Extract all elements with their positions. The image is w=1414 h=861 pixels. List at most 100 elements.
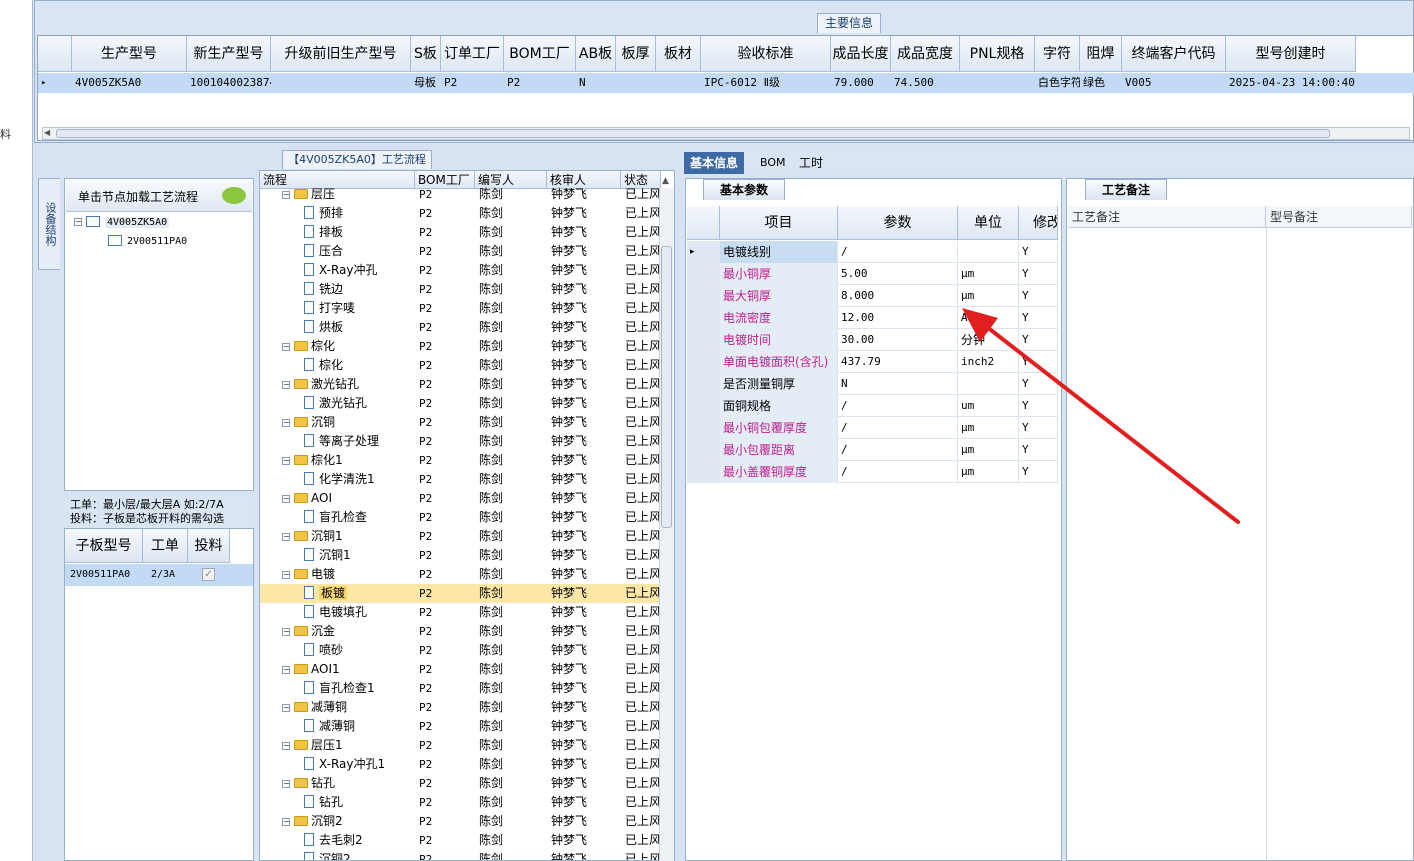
tree-node-child[interactable]: 2V00511PA0 [108, 235, 187, 247]
main-cell[interactable]: 绿色 [1080, 73, 1122, 93]
flow-row[interactable]: − 层压 P2 陈剑 钟梦飞 已上风 [260, 185, 661, 204]
param-param-cell[interactable]: N [838, 373, 958, 395]
param-row[interactable]: 电流密度 12.00 ASF Y [687, 307, 1058, 329]
flow-row[interactable]: 板镀 P2 陈剑 钟梦飞 已上风 [260, 584, 661, 603]
col-param[interactable]: 参数 [838, 206, 958, 240]
main-col-header[interactable]: 板厚 [616, 36, 656, 72]
col-modify[interactable]: 修改 [1019, 206, 1058, 240]
param-param-cell[interactable]: / [838, 241, 958, 263]
flow-row[interactable]: − 棕化 P2 陈剑 钟梦飞 已上风 [260, 337, 661, 356]
col-item[interactable]: 项目 [720, 206, 838, 240]
flow-row[interactable]: 电镀填孔 P2 陈剑 钟梦飞 已上风 [260, 603, 661, 622]
collapse-icon[interactable]: − [282, 780, 290, 788]
side-tab-device-structure[interactable]: 设备结构 [38, 178, 60, 270]
param-param-cell[interactable]: 30.00 [838, 329, 958, 351]
main-col-header[interactable]: 字符 [1035, 36, 1080, 72]
flow-row[interactable]: 去毛刺2 P2 陈剑 钟梦飞 已上风 [260, 831, 661, 850]
main-col-header[interactable]: 阻焊 [1080, 36, 1122, 72]
flow-row[interactable]: − 钻孔 P2 陈剑 钟梦飞 已上风 [260, 774, 661, 793]
param-row[interactable]: 最大铜厚 8.000 μm Y [687, 285, 1058, 307]
main-cell[interactable] [656, 73, 701, 93]
process-notes-title[interactable]: 工艺备注 [1085, 179, 1167, 200]
param-row[interactable]: 最小铜厚 5.00 μm Y [687, 263, 1058, 285]
collapse-icon[interactable]: − [282, 343, 290, 351]
flow-row[interactable]: 烘板 P2 陈剑 钟梦飞 已上风 [260, 318, 661, 337]
collapse-icon[interactable]: − [282, 419, 290, 427]
main-cell[interactable]: 白色字符 [1035, 73, 1080, 93]
flow-row[interactable]: 钻孔 P2 陈剑 钟梦飞 已上风 [260, 793, 661, 812]
main-col-header[interactable]: 验收标准 [701, 36, 831, 72]
flow-row[interactable]: 等离子处理 P2 陈剑 钟梦飞 已上风 [260, 432, 661, 451]
main-cell[interactable]: V005 [1122, 73, 1226, 93]
main-col-header[interactable]: 订单工厂 [441, 36, 504, 72]
flow-vscroll-thumb[interactable] [661, 246, 672, 528]
flow-row[interactable]: 减薄铜 P2 陈剑 钟梦飞 已上风 [260, 717, 661, 736]
collapse-icon[interactable]: − [282, 704, 290, 712]
param-row[interactable]: 面铜规格 / um Y [687, 395, 1058, 417]
main-cell[interactable]: 10010400238742 [187, 73, 271, 93]
collapse-icon[interactable]: − [282, 818, 290, 826]
sub-row[interactable]: 2V00511PA0 2/3A ✓ [65, 564, 253, 586]
param-param-cell[interactable]: 12.00 [838, 307, 958, 329]
collapse-icon[interactable]: − [74, 218, 82, 226]
flow-row[interactable]: 压合 P2 陈剑 钟梦飞 已上风 [260, 242, 661, 261]
tab-basic-info[interactable]: 基本信息 [684, 152, 745, 174]
col-unit[interactable]: 单位 [958, 206, 1019, 240]
main-cell[interactable]: N [576, 73, 616, 93]
main-cell[interactable] [271, 73, 411, 93]
main-cell[interactable]: 2025-04-23 14:00:40 [1226, 73, 1356, 93]
flow-row[interactable]: − 电镀 P2 陈剑 钟梦飞 已上风 [260, 565, 661, 584]
collapse-icon[interactable]: − [282, 381, 290, 389]
main-col-header[interactable]: 升级前旧生产型号 [271, 36, 411, 72]
main-cell[interactable]: P2 [441, 73, 504, 93]
param-row[interactable]: 是否测量铜厚 N Y [687, 373, 1058, 395]
param-row[interactable]: 最小盖覆铜厚度 / μm Y [687, 461, 1058, 483]
flow-row[interactable]: 铣边 P2 陈剑 钟梦飞 已上风 [260, 280, 661, 299]
col-model-notes[interactable]: 型号备注 [1266, 206, 1412, 228]
flow-row[interactable]: 预排 P2 陈剑 钟梦飞 已上风 [260, 204, 661, 223]
flow-row[interactable]: 喷砂 P2 陈剑 钟梦飞 已上风 [260, 641, 661, 660]
flow-row[interactable]: − 沉铜2 P2 陈剑 钟梦飞 已上风 [260, 812, 661, 831]
main-cell[interactable]: 74.500 [891, 73, 960, 93]
param-param-cell[interactable]: 5.00 [838, 263, 958, 285]
main-cell[interactable] [616, 73, 656, 93]
flow-row[interactable]: X-Ray冲孔1 P2 陈剑 钟梦飞 已上风 [260, 755, 661, 774]
collapse-icon[interactable]: − [282, 742, 290, 750]
order-cell[interactable]: 2/3A [151, 569, 175, 580]
flow-row[interactable]: − 沉铜1 P2 陈剑 钟梦飞 已上风 [260, 527, 661, 546]
flow-row[interactable]: − 层压1 P2 陈剑 钟梦飞 已上风 [260, 736, 661, 755]
main-col-header[interactable]: PNL规格 [960, 36, 1035, 72]
col-sub-model[interactable]: 子板型号 [65, 529, 143, 563]
param-row[interactable]: 最小铜包覆厚度 / μm Y [687, 417, 1058, 439]
flow-row[interactable]: − 棕化1 P2 陈剑 钟梦飞 已上风 [260, 451, 661, 470]
flow-row[interactable]: − 沉金 P2 陈剑 钟梦飞 已上风 [260, 622, 661, 641]
collapse-icon[interactable]: − [282, 191, 290, 199]
flow-row[interactable]: 化学清洗1 P2 陈剑 钟梦飞 已上风 [260, 470, 661, 489]
flow-row[interactable]: 打字唛 P2 陈剑 钟梦飞 已上风 [260, 299, 661, 318]
param-param-cell[interactable]: 8.000 [838, 285, 958, 307]
param-row[interactable]: ▸ 电镀线别 / Y [687, 241, 1058, 263]
basic-params-title[interactable]: 基本参数 [703, 179, 785, 200]
flow-row[interactable]: 沉铜1 P2 陈剑 钟梦飞 已上风 [260, 546, 661, 565]
tree-node-root[interactable]: − 4V005ZK5A0 [74, 216, 170, 228]
param-param-cell[interactable]: 437.79 [838, 351, 958, 373]
main-cell[interactable]: 母板 [411, 73, 441, 93]
hscroll-left-arrow-icon[interactable]: ◀ [44, 128, 50, 137]
collapse-icon[interactable]: − [282, 666, 290, 674]
param-row[interactable]: 单面电镀面积(含孔) 437.79 inch2 Y [687, 351, 1058, 373]
main-col-header[interactable]: 新生产型号 [187, 36, 271, 72]
main-cell[interactable] [960, 73, 1035, 93]
main-cell[interactable]: IPC-6012 Ⅱ级 [701, 73, 831, 93]
param-param-cell[interactable]: / [838, 461, 958, 483]
main-col-header[interactable]: 成品宽度 [891, 36, 960, 72]
collapse-icon[interactable]: − [282, 457, 290, 465]
flow-row[interactable]: − 沉铜 P2 陈剑 钟梦飞 已上风 [260, 413, 661, 432]
flow-row[interactable]: − AOI P2 陈剑 钟梦飞 已上风 [260, 489, 661, 508]
collapse-icon[interactable]: − [282, 628, 290, 636]
col-order[interactable]: 工单 [143, 529, 188, 563]
main-col-header[interactable]: 终端客户代码 [1122, 36, 1226, 72]
main-cell[interactable]: 79.000 [831, 73, 891, 93]
col-feed[interactable]: 投料 [188, 529, 230, 563]
main-col-header[interactable]: BOM工厂 [504, 36, 576, 72]
tab-bom[interactable]: BOM [754, 152, 792, 174]
